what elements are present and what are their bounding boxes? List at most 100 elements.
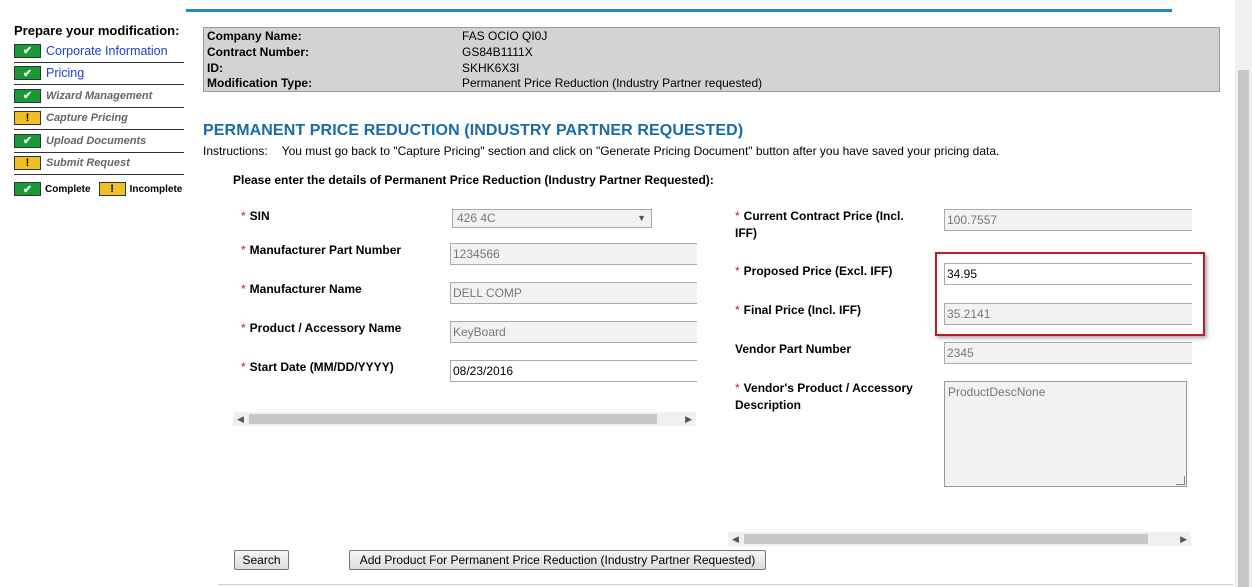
form-heading: Please enter the details of Permanent Pr…	[233, 173, 714, 187]
sin-selected-value: 426 4C	[457, 211, 496, 225]
sidebar-item-submit-request[interactable]: ! Submit Request	[14, 153, 184, 175]
label-text: Proposed Price (Excl. IFF)	[743, 264, 893, 278]
sidebar-item-pricing[interactable]: ✔ Pricing	[14, 63, 184, 85]
label-text: Description	[735, 398, 802, 412]
info-key: Modification Type:	[207, 76, 313, 91]
scroll-left-icon[interactable]: ◀	[732, 532, 739, 546]
scroll-right-icon[interactable]: ▶	[685, 412, 692, 426]
label-text: Current Contract Price (Incl.	[743, 209, 904, 223]
info-key: Company Name:	[207, 29, 302, 43]
label-text: Manufacturer Part Number	[249, 243, 402, 257]
highlight-box	[935, 252, 1205, 336]
page-title: PERMANENT PRICE REDUCTION (INDUSTRY PART…	[203, 122, 744, 139]
sidebar-item-upload-documents[interactable]: ✔ Upload Documents	[14, 130, 184, 153]
current-price-field[interactable]: 100.7557	[944, 209, 1192, 231]
label-text: IFF)	[735, 226, 757, 240]
legend-complete-label: Complete	[45, 183, 91, 195]
info-value: FAS OCIO QI0J	[462, 29, 548, 43]
label-text: Vendor's Product / Accessory	[743, 381, 913, 395]
info-key: ID:	[207, 60, 223, 75]
check-icon: ✔	[14, 66, 41, 81]
sidebar-item-label: Capture Pricing	[46, 112, 128, 125]
final-price-label: * Final Price (Incl. IFF)	[735, 302, 861, 319]
chevron-down-icon: ▼	[637, 213, 646, 223]
top-divider	[186, 9, 1172, 12]
product-name-field[interactable]: KeyBoard	[450, 321, 697, 343]
required-marker: *	[735, 303, 740, 317]
resize-handle-icon[interactable]	[1176, 476, 1185, 485]
search-button[interactable]: Search	[234, 550, 289, 570]
label-text: Manufacturer Name	[249, 282, 362, 296]
required-marker: *	[735, 264, 740, 278]
sin-label: * SIN	[241, 208, 270, 225]
sin-select[interactable]: 426 4C ▼	[452, 209, 652, 228]
scrollbar-thumb[interactable]	[1238, 70, 1249, 587]
scroll-right-icon[interactable]: ▶	[1180, 532, 1187, 546]
sidebar-item-corporate-information[interactable]: ✔ Corporate Information	[14, 40, 184, 63]
vendor-description-textarea[interactable]: ProductDescNone	[944, 381, 1187, 487]
check-icon: ✔	[14, 43, 41, 58]
info-value: GS84B1111X	[462, 44, 533, 59]
instructions-text: You must go back to "Capture Pricing" se…	[281, 144, 1000, 158]
vendor-desc-label: * Vendor's Product / Accessory Description	[735, 380, 913, 414]
textarea-value: ProductDescNone	[948, 385, 1046, 399]
required-marker: *	[241, 243, 246, 257]
info-value: Permanent Price Reduction (Industry Part…	[462, 76, 763, 91]
warning-icon: !	[14, 111, 41, 126]
scroll-left-icon[interactable]: ◀	[237, 412, 244, 426]
scrollbar-thumb[interactable]	[249, 414, 657, 424]
label-text: Start Date (MM/DD/YYYY)	[249, 360, 394, 374]
check-icon: ✔	[14, 133, 41, 148]
left-form-scrollbar[interactable]: ◀ ▶	[233, 412, 696, 426]
right-form-scrollbar[interactable]: ◀ ▶	[728, 532, 1191, 546]
mfr-part-number-field[interactable]: 1234566	[450, 243, 697, 265]
warning-icon: !	[98, 182, 126, 196]
sidebar-item-label: Wizard Management	[46, 89, 153, 102]
label-text: Product / Accessory Name	[249, 321, 402, 335]
add-product-button[interactable]: Add Product For Permanent Price Reductio…	[349, 550, 766, 570]
sidebar-item-label: Submit Request	[46, 157, 130, 170]
start-date-label: * Start Date (MM/DD/YYYY)	[241, 359, 394, 376]
sidebar-item-capture-pricing[interactable]: ! Capture Pricing	[14, 108, 184, 130]
required-marker: *	[735, 381, 740, 395]
required-marker: *	[241, 360, 246, 374]
scrollbar-thumb[interactable]	[744, 534, 1148, 544]
check-icon: ✔	[14, 182, 41, 196]
bottom-divider	[218, 584, 1233, 585]
sidebar-item-label[interactable]: Pricing	[46, 66, 84, 80]
start-date-field[interactable]: 08/23/2016	[450, 360, 697, 382]
required-marker: *	[735, 209, 740, 223]
label-text: SIN	[249, 209, 270, 223]
info-key: Contract Number:	[207, 44, 310, 59]
check-icon: ✔	[14, 88, 41, 103]
wizard-sidebar: Prepare your modification: ✔ Corporate In…	[14, 22, 184, 201]
label-text: Final Price (Incl. IFF)	[743, 303, 862, 317]
required-marker: *	[241, 321, 246, 335]
required-marker: *	[241, 209, 246, 223]
vendor-part-number-field[interactable]: 2345	[944, 342, 1192, 364]
info-row-contract: Contract Number: GS84B1111X	[204, 45, 1219, 61]
warning-icon: !	[14, 156, 41, 171]
status-legend: ✔ Complete ! Incomplete	[14, 177, 184, 201]
modification-info-panel: Company Name: FAS OCIO QI0J Contract Num…	[203, 27, 1220, 92]
mfr-name-label: * Manufacturer Name	[241, 281, 362, 298]
info-row-id: ID: SKHK6X3I	[204, 61, 1219, 77]
sidebar-item-wizard-management[interactable]: ✔ Wizard Management	[14, 85, 184, 108]
legend-incomplete-label: Incomplete	[129, 183, 183, 195]
sidebar-item-label: Upload Documents	[46, 134, 147, 147]
page-scrollbar[interactable]	[1235, 0, 1252, 587]
info-value: SKHK6X3I	[462, 60, 520, 75]
info-row-company: Company Name: FAS OCIO QI0J	[204, 29, 1219, 45]
instructions-label: Instructions:	[203, 144, 268, 158]
proposed-price-label: * Proposed Price (Excl. IFF)	[735, 263, 892, 280]
vendor-part-label: Vendor Part Number	[735, 342, 852, 356]
product-name-label: * Product / Accessory Name	[241, 320, 401, 337]
mfr-name-field[interactable]: DELL COMP	[450, 282, 697, 304]
current-price-label: * Current Contract Price (Incl. IFF)	[735, 208, 904, 242]
info-row-mod-type: Modification Type: Permanent Price Reduc…	[204, 76, 1219, 92]
sidebar-title: Prepare your modification:	[14, 23, 180, 38]
required-marker: *	[241, 282, 246, 296]
mfr-part-label: * Manufacturer Part Number	[241, 242, 401, 259]
instructions: Instructions: You must go back to "Captur…	[203, 144, 999, 158]
sidebar-item-label[interactable]: Corporate Information	[46, 44, 168, 58]
